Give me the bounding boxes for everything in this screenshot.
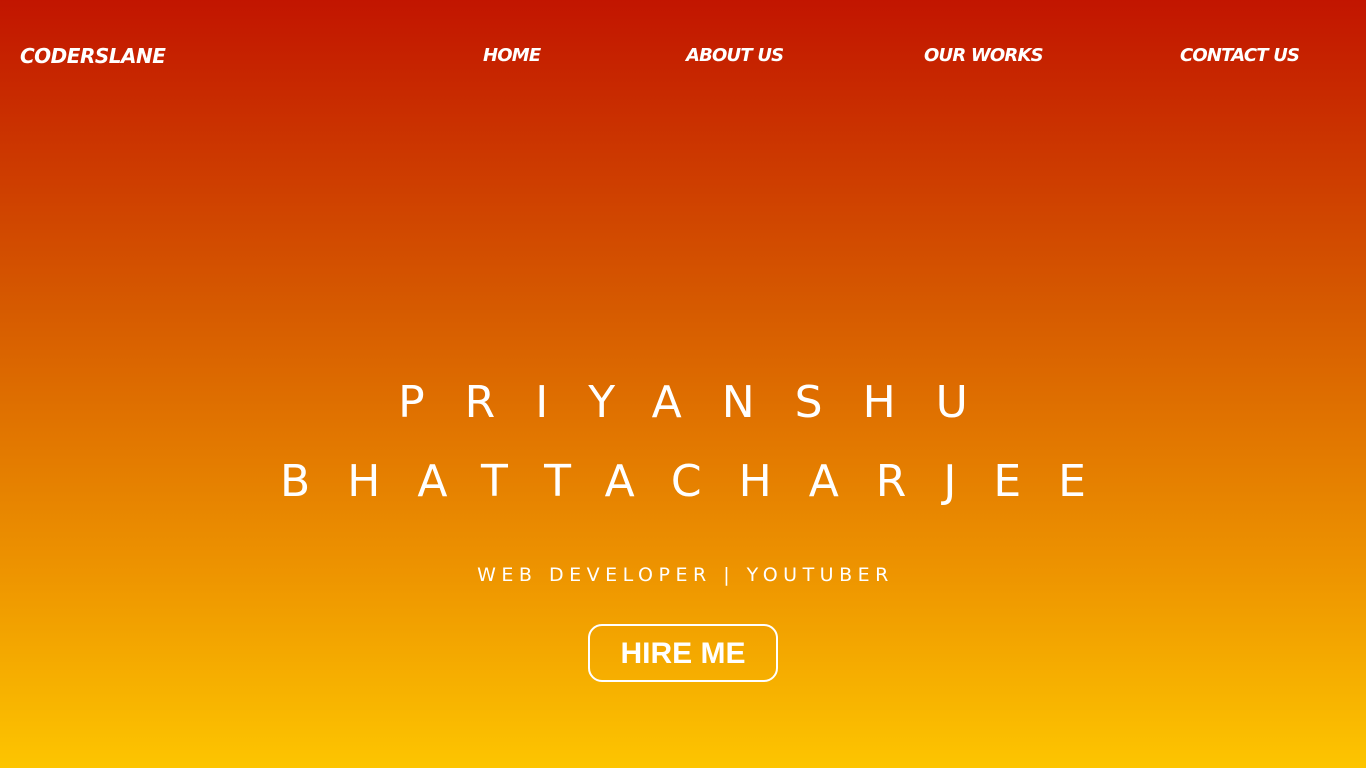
hero-section: PRIYANSHU BHATTACHARJEE WEB DEVELOPER | … [0, 0, 1366, 768]
hero-name-first: PRIYANSHU [398, 377, 1008, 429]
hero-name-last: BHATTACHARJEE [280, 456, 1123, 508]
hire-me-button[interactable]: HIRE ME [588, 624, 778, 682]
hero-subtitle: WEB DEVELOPER | YOUTUBER [477, 564, 894, 586]
